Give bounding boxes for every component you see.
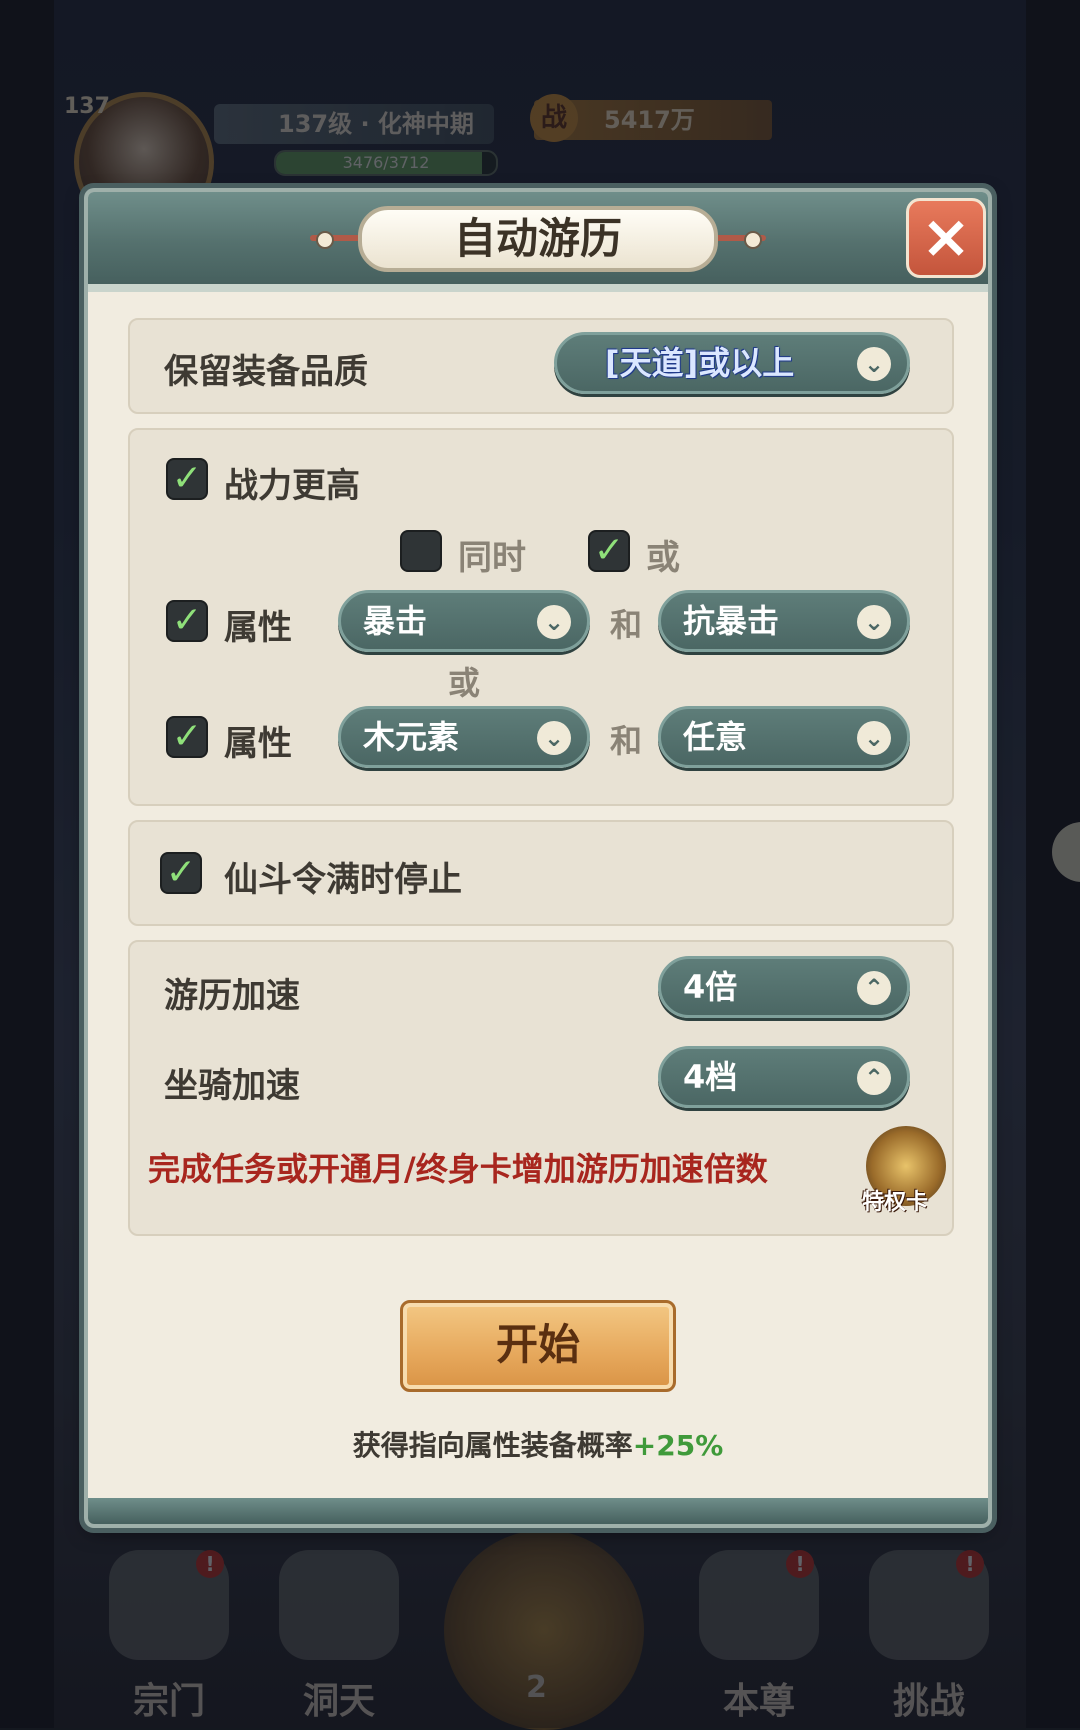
filter-section: ✓ 战力更高 ✓ 同时 ✓ 或 ✓ 属性 暴击 ⌄ 和 抗暴击 ⌄ 或 ✓ 属性… [128, 428, 954, 806]
speed-note: 完成任务或开通月/终身卡增加游历加速倍数 [148, 1150, 768, 1188]
privilege-card-label: 特权卡 [862, 1190, 929, 1215]
stop-when-full-label: 仙斗令满时停止 [224, 860, 462, 900]
quality-value: [天道]或以上 [605, 344, 795, 382]
chevron-up-icon: ⌃ [857, 971, 891, 1005]
dialog-title: 自动游历 [358, 206, 718, 272]
chevron-up-icon: ⌃ [857, 1061, 891, 1095]
travel-speed-value: 4倍 [683, 968, 738, 1006]
stop-when-full-checkbox[interactable]: ✓ [160, 852, 202, 894]
attr-row2-label: 属性 [224, 724, 292, 764]
quality-dropdown[interactable]: [天道]或以上 ⌄ [554, 332, 910, 394]
mount-speed-value: 4档 [683, 1058, 738, 1096]
attr-row2-first-value: 木元素 [363, 718, 460, 756]
or-label: 或 [448, 664, 481, 702]
attr-row2-first-dropdown[interactable]: 木元素 ⌄ [338, 706, 590, 768]
attr-row1-joiner: 和 [610, 606, 643, 644]
start-button[interactable]: 开始 [400, 1300, 676, 1392]
travel-speed-dropdown[interactable]: 4倍 ⌃ [658, 956, 910, 1018]
auto-travel-dialog: 自动游历 × 保留装备品质 [天道]或以上 ⌄ ✓ 战力更高 ✓ 同时 ✓ 或 … [88, 192, 988, 1524]
mode-or-checkbox[interactable]: ✓ [588, 530, 630, 572]
mount-speed-label: 坐骑加速 [164, 1066, 300, 1106]
mode-and-checkbox[interactable]: ✓ [400, 530, 442, 572]
close-button[interactable]: × [906, 198, 986, 278]
chevron-down-icon: ⌄ [857, 605, 891, 639]
mount-speed-dropdown[interactable]: 4档 ⌃ [658, 1046, 910, 1108]
attr-row1-label: 属性 [224, 608, 292, 648]
attr-row1-second-dropdown[interactable]: 抗暴击 ⌄ [658, 590, 910, 652]
attr-row1-second-value: 抗暴击 [683, 602, 780, 640]
mode-and-label: 同时 [458, 538, 526, 578]
speed-section: 游历加速 4倍 ⌃ 坐骑加速 4档 ⌃ [128, 940, 954, 1236]
header-divider [88, 284, 988, 292]
chevron-down-icon: ⌄ [537, 605, 571, 639]
knob-left-decoration [316, 231, 334, 249]
higher-power-checkbox[interactable]: ✓ [166, 458, 208, 500]
attr-row2-checkbox[interactable]: ✓ [166, 716, 208, 758]
attr-row2-joiner: 和 [610, 722, 643, 760]
stop-section: ✓ 仙斗令满时停止 [128, 820, 954, 926]
attr-row1-first-dropdown[interactable]: 暴击 ⌄ [338, 590, 590, 652]
chevron-down-icon: ⌄ [537, 721, 571, 755]
attr-row1-checkbox[interactable]: ✓ [166, 600, 208, 642]
close-icon: × [920, 202, 972, 272]
knob-right-decoration [744, 231, 762, 249]
attr-row2-second-dropdown[interactable]: 任意 ⌄ [658, 706, 910, 768]
bonus-value: +25% [632, 1429, 724, 1462]
chevron-down-icon: ⌄ [857, 721, 891, 755]
higher-power-label: 战力更高 [224, 466, 360, 506]
chevron-down-icon: ⌄ [857, 347, 891, 381]
mode-or-label: 或 [646, 538, 680, 578]
travel-speed-label: 游历加速 [164, 976, 300, 1016]
quality-label: 保留装备品质 [164, 352, 368, 392]
bonus-line: 获得指向属性装备概率+25% [88, 1424, 988, 1464]
dialog-footer [88, 1498, 988, 1524]
bonus-text: 获得指向属性装备概率 [352, 1429, 633, 1462]
attr-row1-first-value: 暴击 [363, 602, 428, 640]
attr-row2-second-value: 任意 [683, 718, 748, 756]
quality-section: 保留装备品质 [天道]或以上 ⌄ [128, 318, 954, 414]
